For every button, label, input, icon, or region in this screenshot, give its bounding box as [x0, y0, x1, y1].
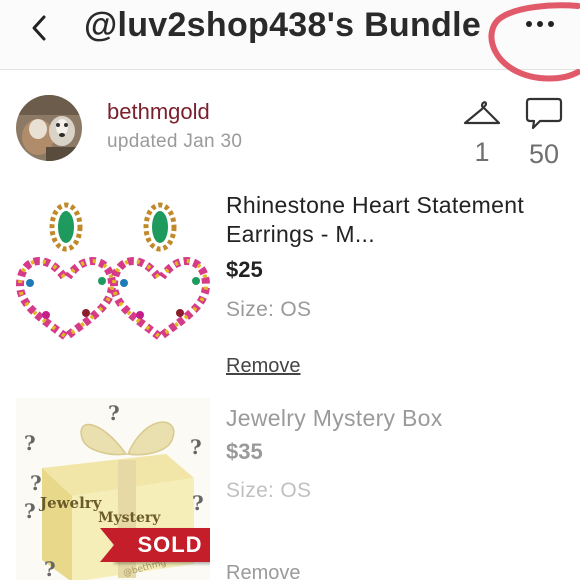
sold-badge: SOLD [100, 528, 210, 562]
likes-stat[interactable]: 1 [460, 96, 504, 168]
seller-row: bethmgold updated Jan 30 1 50 [0, 70, 580, 180]
seller-username-link[interactable]: bethmgold [107, 99, 210, 125]
svg-text:?: ? [108, 401, 120, 425]
item-price: $25 [226, 257, 263, 282]
more-horizontal-icon [526, 21, 554, 27]
svg-text:?: ? [192, 491, 204, 515]
item-price: $35 [226, 439, 263, 464]
hanger-icon [463, 101, 501, 125]
item-size: Size: OS [226, 298, 312, 321]
svg-text:?: ? [30, 471, 42, 495]
svg-text:?: ? [190, 435, 202, 459]
box-text-jewelry: Jewelry [38, 494, 103, 512]
earrings-thumbnail[interactable] [16, 185, 210, 377]
remove-item-button[interactable]: Remove [226, 562, 300, 580]
likes-count: 1 [474, 137, 490, 167]
avatar[interactable] [16, 95, 82, 161]
comments-stat[interactable]: 50 [520, 96, 568, 170]
svg-text:?: ? [44, 557, 56, 580]
mystery-box-thumbnail[interactable]: ? ? ? ? ? ? ? Jewelry Mystery @bethmg SO… [16, 398, 210, 580]
app-header: @luv2shop438's Bundle [0, 0, 580, 70]
updated-date: updated Jan 30 [107, 131, 243, 152]
box-text-mystery: Mystery [98, 510, 161, 526]
back-button[interactable] [22, 8, 62, 48]
item-title-link[interactable]: Jewelry Mystery Box [226, 404, 556, 433]
chevron-left-icon [32, 15, 46, 41]
svg-text:?: ? [24, 431, 36, 455]
bundle-item: Rhinestone Heart Statement Earrings - M.… [0, 185, 580, 385]
remove-item-button[interactable]: Remove [226, 355, 300, 378]
comments-count: 50 [528, 139, 560, 169]
more-options-button[interactable] [520, 8, 560, 40]
svg-text:?: ? [24, 499, 36, 523]
comment-icon [525, 97, 563, 130]
item-size: Size: OS [226, 479, 312, 502]
item-title-link[interactable]: Rhinestone Heart Statement Earrings - M.… [226, 191, 556, 249]
bundle-item: ? ? ? ? ? ? ? Jewelry Mystery @bethmg SO… [0, 398, 580, 580]
page-title: @luv2shop438's Bundle [84, 6, 482, 44]
